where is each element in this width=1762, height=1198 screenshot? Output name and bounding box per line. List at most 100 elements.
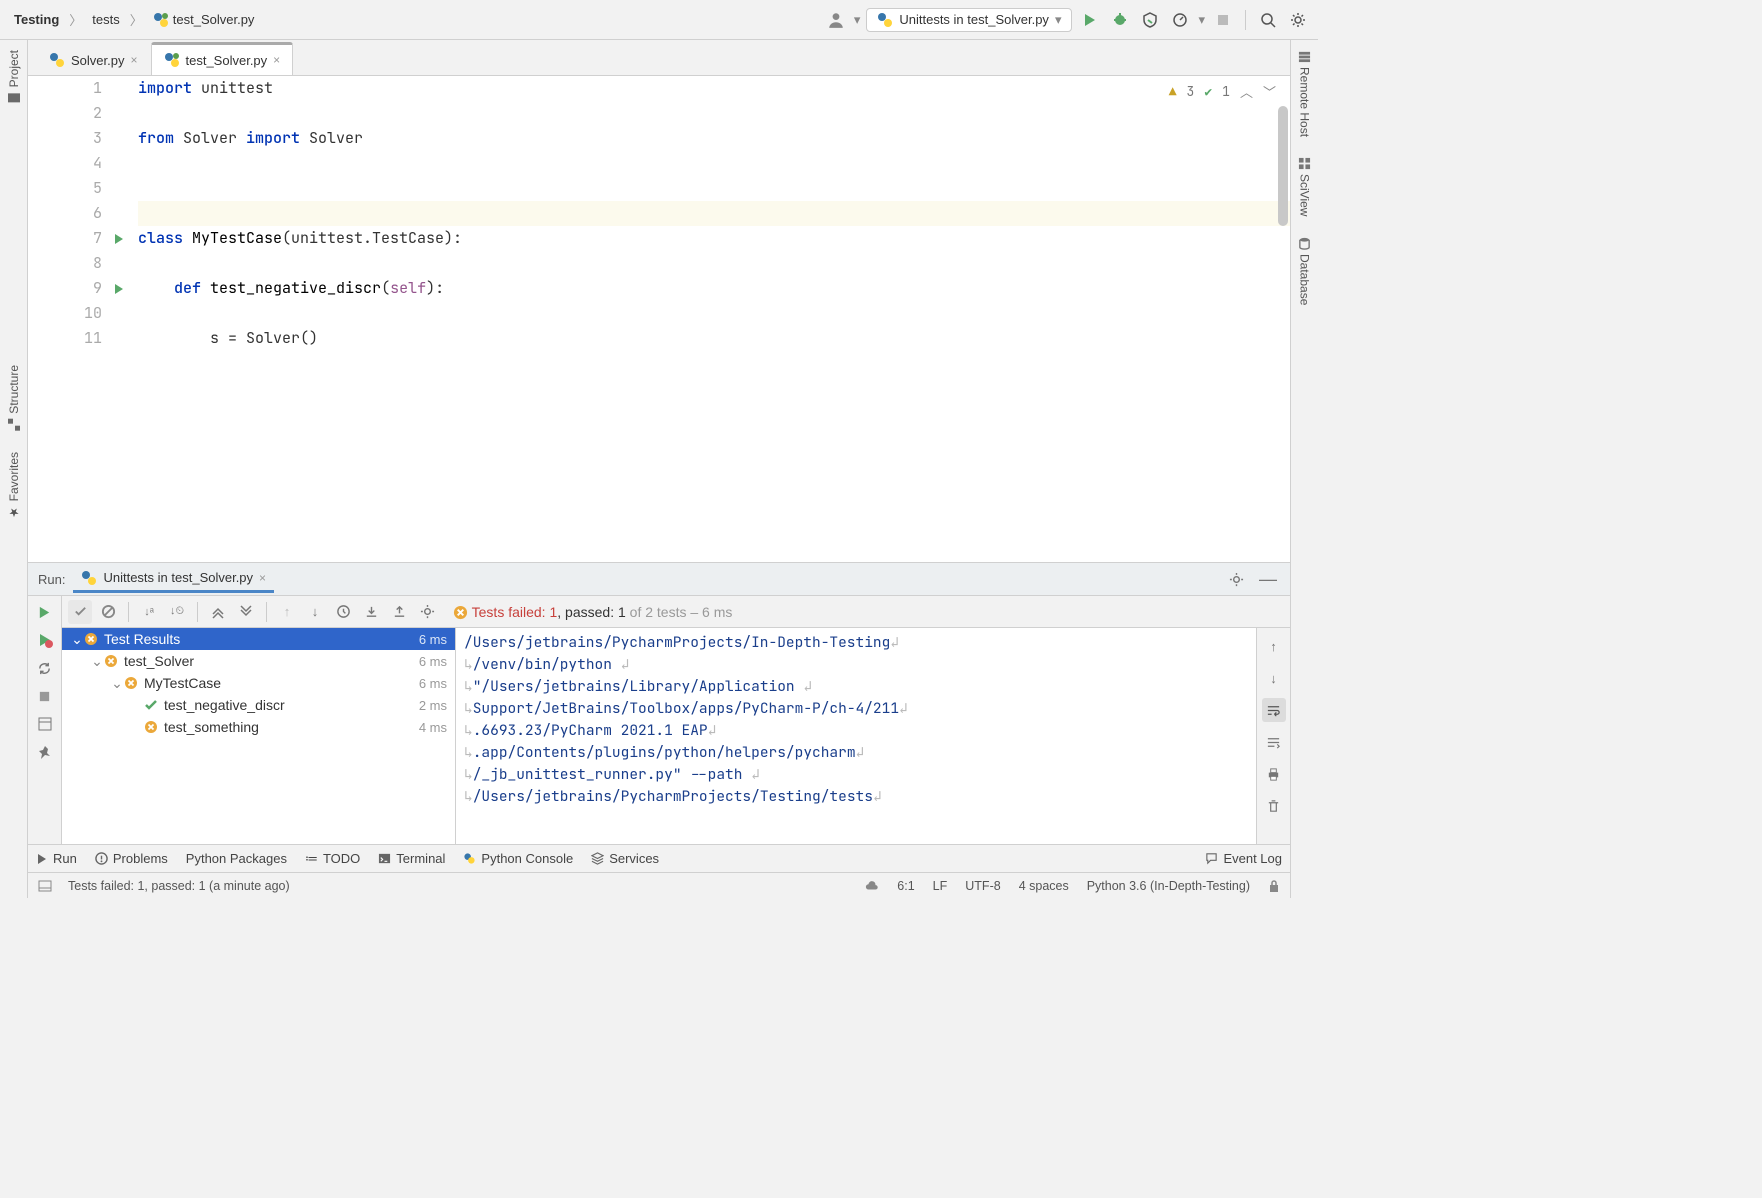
rerun-failed-button[interactable] [33, 628, 57, 652]
structure-tool[interactable]: Structure [7, 365, 21, 432]
project-tool[interactable]: Project [7, 50, 21, 105]
bottom-tab-todo[interactable]: ≔ TODO [305, 851, 360, 867]
test-tree[interactable]: ⌄Test Results6 ms⌄test_Solver6 ms⌄MyTest… [62, 628, 456, 844]
chevron-down-icon[interactable]: ▾ [854, 12, 861, 28]
test-status: Tests failed: 1, passed: 1 of 2 tests – … [453, 604, 732, 620]
terminal-icon [378, 852, 391, 865]
line-separator[interactable]: LF [933, 879, 948, 893]
indent-settings[interactable]: 4 spaces [1019, 879, 1069, 893]
tree-row[interactable]: ⌄MyTestCase6 ms [62, 672, 455, 694]
stop-button[interactable] [33, 684, 57, 708]
import-button[interactable] [359, 600, 383, 624]
test-console[interactable]: /Users/jetbrains/PycharmProjects/In-Dept… [456, 628, 1256, 844]
chevron-right-icon: 〉 [69, 10, 82, 29]
tree-row[interactable]: test_negative_discr2 ms [62, 694, 455, 716]
scroll-down-button[interactable]: ↓ [1262, 666, 1286, 690]
python-icon [463, 852, 476, 865]
center-column: Solver.py × test_Solver.py × 12345678910… [28, 40, 1290, 898]
run-config-selector[interactable]: Unittests in test_Solver.py ▾ [866, 8, 1072, 32]
warning-icon: ▲ [1169, 83, 1177, 100]
print-button[interactable] [1262, 762, 1286, 786]
close-icon[interactable]: × [130, 53, 137, 67]
gear-icon[interactable] [1224, 567, 1248, 591]
sort-duration-button[interactable]: ↓⏲ [165, 600, 189, 624]
left-tool-stripe: Project Structure ★ Favorites [0, 40, 28, 898]
profile-button[interactable] [1168, 8, 1192, 32]
cloud-icon[interactable] [865, 879, 879, 893]
remote-host-tool[interactable]: Remote Host [1298, 50, 1312, 137]
expand-all-button[interactable] [206, 600, 230, 624]
soft-wrap-button[interactable] [1262, 698, 1286, 722]
trash-button[interactable] [1262, 794, 1286, 818]
favorites-tool[interactable]: ★ Favorites [7, 452, 21, 519]
chevron-up-icon[interactable]: ︿ [1240, 82, 1253, 101]
tree-row[interactable]: test_something4 ms [62, 716, 455, 738]
code-area[interactable]: import unittestfrom Solver import Solver… [130, 76, 1290, 562]
history-button[interactable] [331, 600, 355, 624]
toggle-autotest-button[interactable] [33, 656, 57, 680]
editor-scrollbar[interactable] [1278, 106, 1288, 558]
lock-icon[interactable] [1268, 879, 1280, 893]
test-toolbar: ↓ᵃ ↓⏲ ↑ ↓ Tests failed: 1, passed: 1 of … [62, 596, 1290, 628]
next-button[interactable]: ↓ [303, 600, 327, 624]
warning-count: 3 [1187, 83, 1195, 100]
close-icon[interactable]: × [273, 53, 280, 67]
close-icon[interactable]: × [259, 571, 266, 585]
gear-icon[interactable] [415, 600, 439, 624]
run-panel-tab[interactable]: Unittests in test_Solver.py × [73, 566, 274, 593]
breadcrumb-folder[interactable]: tests [86, 10, 125, 29]
scroll-up-button[interactable]: ↑ [1262, 634, 1286, 658]
prev-button[interactable]: ↑ [275, 600, 299, 624]
layout-button[interactable] [33, 712, 57, 736]
scroll-to-end-button[interactable] [1262, 730, 1286, 754]
pin-button[interactable] [33, 740, 57, 764]
bottom-tab-python-console[interactable]: Python Console [463, 851, 573, 866]
show-ignored-button[interactable] [96, 600, 120, 624]
bottom-tab-packages[interactable]: Python Packages [186, 851, 287, 866]
code-editor[interactable]: 1234567891011 import unittestfrom Solver… [28, 76, 1290, 562]
sciview-icon [1298, 157, 1311, 170]
tool-label: Remote Host [1298, 67, 1312, 137]
bottom-tab-services[interactable]: Services [591, 851, 659, 866]
python-interpreter[interactable]: Python 3.6 (In-Depth-Testing) [1087, 879, 1250, 893]
stop-button[interactable] [1211, 8, 1235, 32]
search-icon[interactable] [1256, 8, 1280, 32]
file-encoding[interactable]: UTF-8 [965, 879, 1000, 893]
breadcrumb-file[interactable]: test_Solver.py [147, 10, 261, 30]
event-log-button[interactable]: Event Log [1205, 851, 1282, 866]
line-number-gutter: 1234567891011 [28, 76, 108, 562]
run-button[interactable] [1078, 8, 1102, 32]
tool-window-icon[interactable] [38, 879, 52, 893]
breadcrumb-root[interactable]: Testing [8, 10, 65, 29]
tab-test-solver[interactable]: test_Solver.py × [151, 42, 294, 75]
caret-position[interactable]: 6:1 [897, 879, 914, 893]
tab-label: Problems [113, 851, 168, 866]
tab-solver[interactable]: Solver.py × [36, 44, 151, 75]
export-button[interactable] [387, 600, 411, 624]
database-tool[interactable]: Database [1298, 237, 1312, 305]
tree-row[interactable]: ⌄test_Solver6 ms [62, 650, 455, 672]
user-icon[interactable] [824, 8, 848, 32]
status-middle: , passed: [557, 604, 618, 620]
coverage-button[interactable] [1138, 8, 1162, 32]
sciview-tool[interactable]: SciView [1298, 157, 1312, 216]
inspection-widget[interactable]: ▲ 3 ✔ 1 ︿ ﹀ [1169, 82, 1276, 101]
chevron-down-icon[interactable]: ▾ [1198, 12, 1205, 28]
sort-button[interactable]: ↓ᵃ [137, 600, 161, 624]
bottom-tab-terminal[interactable]: Terminal [378, 851, 445, 866]
chevron-down-icon: ▾ [1055, 12, 1062, 28]
debug-button[interactable] [1108, 8, 1132, 32]
collapse-all-button[interactable] [234, 600, 258, 624]
scrollbar-thumb[interactable] [1278, 106, 1288, 226]
hide-icon[interactable]: — [1256, 567, 1280, 591]
separator [197, 602, 198, 622]
gear-icon[interactable] [1286, 8, 1310, 32]
chevron-down-icon[interactable]: ﹀ [1263, 82, 1276, 101]
bottom-tab-run[interactable]: Run [36, 851, 77, 866]
tree-row[interactable]: ⌄Test Results6 ms [62, 628, 455, 650]
tool-label: Database [1298, 254, 1312, 305]
rerun-button[interactable] [33, 600, 57, 624]
bottom-tab-problems[interactable]: Problems [95, 851, 168, 866]
tab-label: Terminal [396, 851, 445, 866]
show-passed-button[interactable] [68, 600, 92, 624]
